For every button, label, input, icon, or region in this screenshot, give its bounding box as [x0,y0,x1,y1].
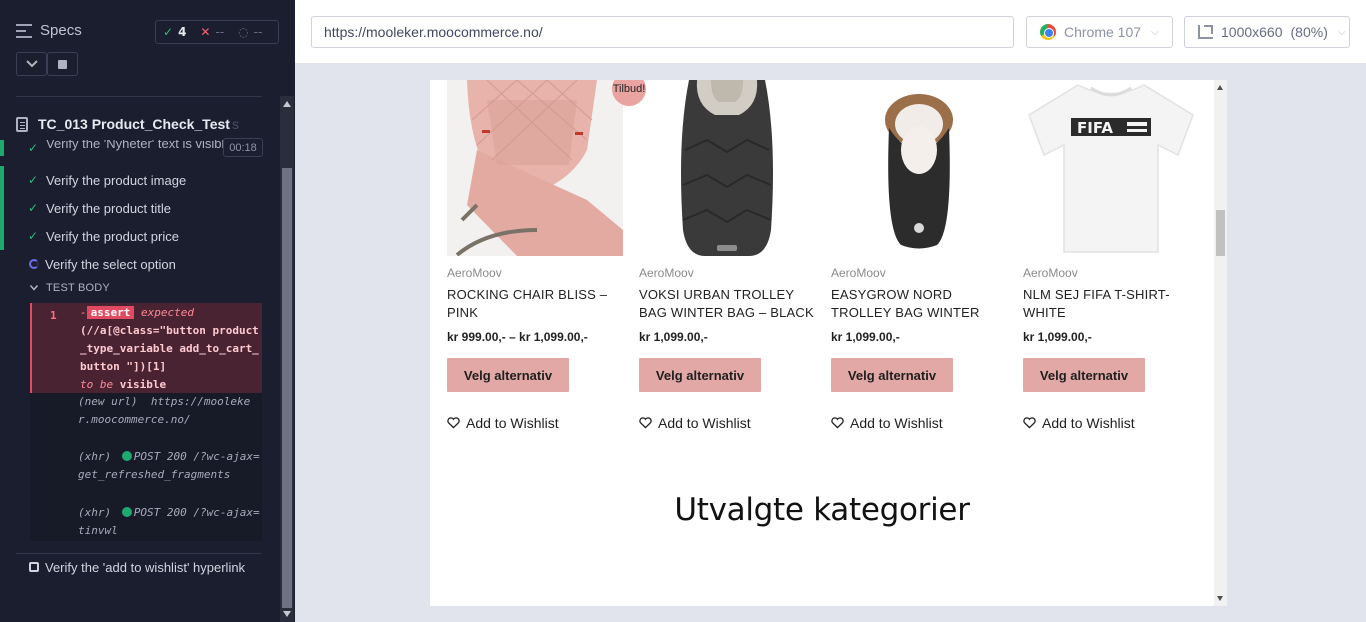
product-image[interactable] [639,80,815,256]
scroll-down-icon [283,611,291,617]
viewport-info[interactable]: 1000x660 (80%) ⌵ [1184,16,1350,48]
test-stats: ✓ 4 ✕ -- ◌ -- [155,20,279,44]
app-stage: Tilbud! AeroMoov ROCKING CHAIR BLISS – P… [295,64,1366,622]
chevron-down-icon [25,60,38,68]
product-card: Tilbud! AeroMoov ROCKING CHAIR BLISS – P… [447,80,646,431]
specs-label: Specs [40,22,82,39]
test-item[interactable]: ✓ Verify the product title [0,194,280,222]
product-price: kr 1,099.00,- [1023,330,1092,344]
product-price: kr 1,099.00,- [831,330,900,344]
shirt-print: FIFA [1077,119,1113,137]
product-card: AeroMoov VOKSI URBAN TROLLEY BAG WINTER … [639,80,815,431]
tshirt-image: FIFA [1023,80,1199,256]
add-to-wishlist-link[interactable]: Add to Wishlist [1023,415,1135,431]
product-image[interactable] [447,80,623,256]
log-xhr[interactable]: (xhr) POST 200 /?wc-ajax=get_refreshed_f… [78,448,262,484]
specs-icon [16,23,32,38]
test-item-pending[interactable]: Verify the 'add to wishlist' hyperlink [0,553,280,581]
product-card: AeroMoov EASYGROW NORD TROLLEY BAG WINTE… [831,80,1007,431]
chevron-down-icon [30,285,38,291]
check-icon: ✓ [28,173,39,187]
product-title[interactable]: EASYGROW NORD TROLLEY BAG WINTER [831,286,1007,322]
heart-icon [447,417,460,429]
status-dot-icon [121,451,132,461]
product-brand: AeroMoov [831,266,886,280]
status-dot-icon [121,507,132,517]
add-to-wishlist-link[interactable]: Add to Wishlist [447,415,559,431]
collapse-button[interactable] [16,52,47,76]
pending-count: ◌ -- [238,25,263,39]
select-option-button[interactable]: Velg alternativ [447,358,569,392]
command-number: 1 [50,309,57,322]
check-icon: ✓ [28,201,39,215]
log-xhr[interactable]: (xhr) POST 200 /?wc-ajax=tinvwl [78,504,262,540]
pending-icon [29,562,39,572]
browser-selector[interactable]: Chrome 107 ⌵ [1026,16,1173,48]
stop-icon [58,59,67,69]
command-log: (new url) https://mooleker.moocommerce.n… [30,393,262,541]
rocking-chair-image [447,80,623,256]
viewport-icon [1198,25,1213,39]
heart-icon [1023,417,1036,429]
scroll-down-icon [1217,596,1223,601]
product-title[interactable]: VOKSI URBAN TROLLEY BAG WINTER BAG – BLA… [639,286,815,322]
add-to-wishlist-link[interactable]: Add to Wishlist [831,415,943,431]
product-price: kr 999.00,- – kr 1,099.00,- [447,330,588,344]
app-iframe: Tilbud! AeroMoov ROCKING CHAIR BLISS – P… [430,80,1227,606]
chrome-icon [1040,24,1056,40]
test-body-toggle[interactable]: TEST BODY [30,282,110,294]
product-image[interactable]: FIFA [1023,80,1199,256]
trolley-bag-image [831,80,1007,256]
product-brand: AeroMoov [447,266,502,280]
scroll-up-icon [283,101,291,107]
heart-icon [831,417,844,429]
passed-count: ✓ 4 [163,25,187,39]
specs-link[interactable]: Specs [16,22,82,39]
product-price: kr 1,099.00,- [639,330,708,344]
cypress-runner-panel: Specs ✓ 4 ✕ -- ◌ -- TC_013 Product_Check… [0,0,295,622]
browser-toolbar: https://mooleker.moocommerce.no/ Chrome … [295,0,1366,64]
failed-command[interactable]: 1 - assert expected (//a[@class="button p… [30,303,262,393]
divider [16,553,262,554]
select-option-button[interactable]: Velg alternativ [831,358,953,392]
test-item[interactable]: ✓ Verify the product image [0,166,280,194]
app-scrollbar[interactable] [1214,80,1227,606]
product-title[interactable]: ROCKING CHAIR BLISS – PINK [447,286,623,322]
chevron-down-icon: ⌵ [1151,26,1159,38]
divider [16,96,262,97]
select-option-button[interactable]: Velg alternativ [1023,358,1145,392]
check-icon: ✓ [28,229,39,243]
scroll-up-icon [1217,85,1223,90]
scroll-thumb[interactable] [282,168,292,608]
runner-scrollbar[interactable] [280,96,294,622]
test-item-running[interactable]: Verify the select option [0,250,280,278]
test-item[interactable]: ✓ Verify the product price [0,222,280,250]
section-heading: Utvalgte kategorier [674,492,970,528]
product-image[interactable] [831,80,1007,256]
spec-title[interactable]: TC_013 Product_Check_Test s [16,116,239,132]
add-to-wishlist-link[interactable]: Add to Wishlist [639,415,751,431]
document-icon [16,116,28,132]
spinner-icon [29,259,39,269]
stop-button[interactable] [47,52,78,76]
product-card: FIFA AeroMoov NLM SEJ FIFA T-SHIRT-WHITE… [1023,80,1199,431]
spec-name-suffix: s [231,116,239,132]
heart-icon [639,417,652,429]
winter-bag-image [639,80,815,256]
chevron-down-icon: ⌵ [1337,26,1346,38]
assert-expression: (//a[@class="button product_type_variabl… [80,324,259,373]
spec-name: TC_013 Product_Check_Test [38,116,230,132]
url-bar[interactable]: https://mooleker.moocommerce.no/ [311,16,1014,48]
product-title[interactable]: NLM SEJ FIFA T-SHIRT-WHITE [1023,286,1199,322]
spec-duration: 00:18 [223,138,263,157]
product-brand: AeroMoov [639,266,694,280]
failed-count: ✕ -- [200,25,225,39]
log-new-url[interactable]: (new url) https://mooleker.moocommerce.n… [78,393,262,429]
check-icon: ✓ [28,141,39,155]
select-option-button[interactable]: Velg alternativ [639,358,761,392]
assert-badge: assert [86,306,135,319]
product-brand: AeroMoov [1023,266,1078,280]
scroll-thumb[interactable] [1216,210,1225,256]
